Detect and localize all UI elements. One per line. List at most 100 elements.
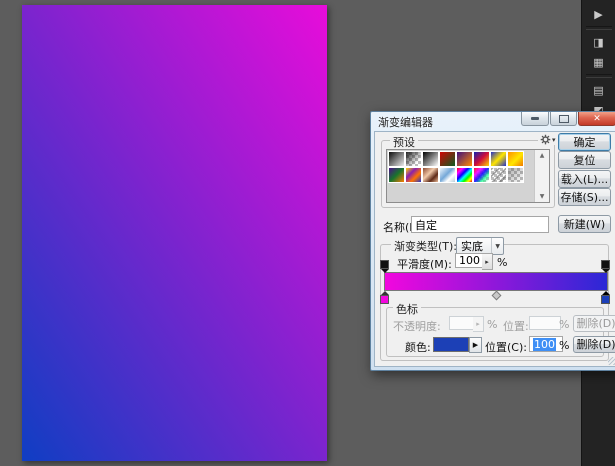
gradient-preset-blue-red-yellow[interactable] xyxy=(473,151,490,167)
location-label: 位置: xyxy=(503,318,529,334)
gradient-preset-foreground-to-transparent[interactable] xyxy=(405,151,422,167)
gradient-type-label: 渐变类型(T): xyxy=(391,238,460,254)
layer-comps-panel-icon[interactable]: ▦ xyxy=(586,52,612,72)
gradient-preset-transparent-stripes[interactable] xyxy=(490,167,507,183)
gradient-preset-thumbnail xyxy=(474,152,489,166)
new-button[interactable]: 新建(W) xyxy=(558,215,611,233)
delete-color-button[interactable]: 删除(D) xyxy=(573,336,615,353)
opacity-input xyxy=(449,316,475,330)
delete-opacity-button: 删除(D) xyxy=(573,315,615,332)
gradient-preset-thumbnail xyxy=(423,168,438,182)
spinner-arrow-icon: ▸ xyxy=(485,258,489,266)
stop-pointer-icon xyxy=(381,269,389,273)
smoothness-percent: % xyxy=(497,256,507,269)
color-stop-left[interactable] xyxy=(380,291,389,304)
presets-label: 预设 xyxy=(390,134,418,150)
document-canvas[interactable] xyxy=(22,5,327,461)
location-c-value: 100 xyxy=(533,338,556,351)
color-stop-swatch xyxy=(601,295,610,304)
color-label: 颜色: xyxy=(405,339,431,355)
presets-menu-button[interactable]: ▾ xyxy=(538,134,558,145)
gradient-preset-foreground-to-background[interactable] xyxy=(388,151,405,167)
clone-source-panel-icon[interactable]: ◨ xyxy=(586,32,612,52)
gradient-preset-orange-yellow-orange[interactable] xyxy=(507,151,524,167)
spinner-arrow-icon: ▸ xyxy=(476,320,480,328)
location-percent: % xyxy=(559,318,569,331)
color-swatch[interactable] xyxy=(433,337,469,352)
smoothness-input[interactable]: 100 xyxy=(455,253,483,268)
smoothness-value: 100 xyxy=(459,254,480,267)
opacity-stop-left[interactable] xyxy=(380,260,389,273)
gear-icon xyxy=(540,134,551,145)
gradient-preset-chrome[interactable] xyxy=(439,167,456,183)
gradient-preset-transparent-rainbow[interactable] xyxy=(473,167,490,183)
gradient-type-value: 实底 xyxy=(457,238,491,254)
gradient-preset-blue-yellow-blue[interactable] xyxy=(490,151,507,167)
ok-button[interactable]: 确定 xyxy=(558,133,611,151)
scroll-down-icon[interactable]: ▼ xyxy=(540,191,545,202)
gradient-preset-thumbnail xyxy=(406,152,421,166)
opacity-stop-right[interactable] xyxy=(601,260,610,273)
opacity-percent: % xyxy=(487,318,497,331)
gradient-preset-thumbnail xyxy=(440,152,455,166)
gradient-bar[interactable] xyxy=(385,273,607,290)
smoothness-label: 平滑度(M): xyxy=(397,256,452,272)
stops-group: 色标 不透明度: ▸ % 位置: % 删除(D) 颜色: ▶ 位置(C): 10… xyxy=(386,307,604,357)
gradient-preset-thumbnail xyxy=(508,168,523,182)
gradient-preset-copper[interactable] xyxy=(422,167,439,183)
close-button[interactable]: ✕ xyxy=(578,112,615,126)
gradient-preset-thumbnail xyxy=(491,152,506,166)
gradient-preset-thumbnail xyxy=(440,168,455,182)
location-c-percent: % xyxy=(559,339,569,352)
gradient-bar-area xyxy=(384,272,608,291)
opacity-stop-icon xyxy=(380,260,389,269)
gradient-preset-thumbnail xyxy=(406,168,421,182)
name-value: 自定 xyxy=(415,217,437,233)
color-stop-swatch xyxy=(380,295,389,304)
location-c-input[interactable]: 100 xyxy=(529,336,563,352)
minimize-icon xyxy=(531,117,539,120)
resize-grip[interactable] xyxy=(608,357,615,365)
dialog-titlebar[interactable]: 渐变编辑器 ✕ xyxy=(374,112,615,131)
stops-label: 色标 xyxy=(393,301,421,317)
gradient-preset-neutral-density[interactable] xyxy=(507,167,524,183)
gradient-editor-dialog: 渐变编辑器 ✕ 预设 ▾ ▲ ▼ 确定 复位 载入(L)... xyxy=(370,111,615,371)
close-icon: ✕ xyxy=(593,114,601,124)
color-stop-right[interactable] xyxy=(601,291,610,304)
opacity-label: 不透明度: xyxy=(393,318,441,334)
maximize-button[interactable] xyxy=(550,112,577,126)
flyout-arrow-icon: ▶ xyxy=(473,341,478,349)
stop-pointer-icon xyxy=(602,269,610,273)
gradient-preset-violet-green-orange[interactable] xyxy=(388,167,405,183)
dialog-title: 渐变编辑器 xyxy=(374,114,433,130)
chevron-down-icon: ▼ xyxy=(491,238,503,254)
gradient-preset-spectrum[interactable] xyxy=(456,167,473,183)
maximize-icon xyxy=(559,115,569,123)
save-button[interactable]: 存储(S)... xyxy=(558,188,611,206)
gradient-preset-thumbnail xyxy=(389,168,404,182)
dock-separator xyxy=(586,26,612,30)
load-button[interactable]: 载入(L)... xyxy=(558,170,611,188)
location-c-label: 位置(C): xyxy=(485,339,527,355)
brush-presets-panel-icon[interactable]: ▤ xyxy=(586,80,612,100)
gradient-preset-violet-orange[interactable] xyxy=(456,151,473,167)
gradient-preset-black-white[interactable] xyxy=(422,151,439,167)
actions-panel-icon[interactable]: ▶ xyxy=(586,4,612,24)
gradient-preset-thumbnail xyxy=(491,168,506,182)
menu-caret-icon: ▾ xyxy=(552,136,556,144)
scroll-up-icon[interactable]: ▲ xyxy=(540,150,545,161)
gradient-preset-yellow-violet-orange-blue[interactable] xyxy=(405,167,422,183)
minimize-button[interactable] xyxy=(521,112,549,126)
color-flyout-button[interactable]: ▶ xyxy=(469,337,482,353)
presets-group: 预设 ▾ ▲ ▼ xyxy=(381,140,555,208)
dialog-body: 预设 ▾ ▲ ▼ 确定 复位 载入(L)... 存储(S)... 新建(W) 名… xyxy=(374,131,615,367)
gradient-preset-thumbnail xyxy=(474,168,489,182)
gradient-preset-thumbnail xyxy=(457,168,472,182)
presets-grid xyxy=(387,150,534,202)
presets-scrollbar[interactable]: ▲ ▼ xyxy=(534,150,549,202)
smoothness-spinner[interactable]: ▸ xyxy=(482,253,493,270)
gradient-preset-red-green[interactable] xyxy=(439,151,456,167)
gradient-preset-thumbnail xyxy=(508,152,523,166)
reset-button[interactable]: 复位 xyxy=(558,151,611,169)
name-input[interactable]: 自定 xyxy=(411,216,549,233)
